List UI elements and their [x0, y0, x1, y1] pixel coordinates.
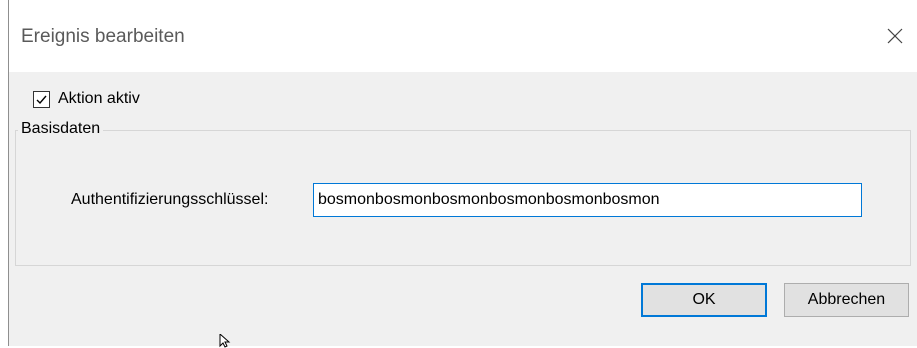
action-active-checkbox[interactable]: Aktion aktiv — [33, 90, 140, 108]
title-bar: Ereignis bearbeiten — [9, 0, 917, 72]
edit-event-dialog: Ereignis bearbeiten Aktion aktiv Basisda… — [8, 0, 917, 346]
cancel-button[interactable]: Abbrechen — [784, 283, 909, 317]
close-icon — [887, 28, 903, 44]
basisdaten-legend: Basisdaten — [18, 120, 104, 138]
dialog-title: Ereignis bearbeiten — [21, 26, 185, 47]
auth-key-label: Authentifizierungsschlüssel: — [71, 191, 269, 208]
close-button[interactable] — [881, 22, 909, 50]
checkmark-icon — [36, 95, 47, 104]
action-active-label: Aktion aktiv — [58, 90, 140, 107]
auth-key-input[interactable] — [313, 183, 862, 217]
ok-button[interactable]: OK — [641, 283, 767, 317]
basisdaten-group: Basisdaten Authentifizierungsschlüssel: — [15, 120, 911, 266]
dialog-content: Aktion aktiv Basisdaten Authentifizierun… — [9, 72, 917, 346]
checkbox-box[interactable] — [33, 90, 50, 108]
